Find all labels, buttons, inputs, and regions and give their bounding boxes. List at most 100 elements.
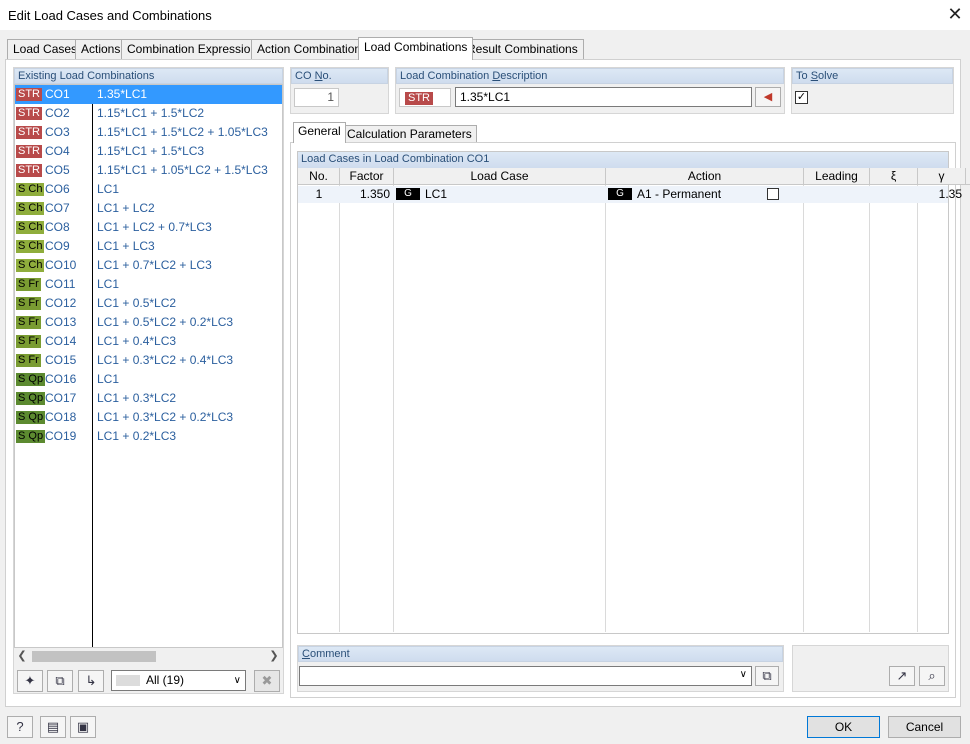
col-header-no[interactable]: No.: [298, 168, 340, 185]
situation-badge: STR: [16, 88, 42, 101]
situation-badge: S Fr: [16, 335, 41, 348]
scroll-right-icon[interactable]: ❯: [266, 648, 282, 665]
list-item[interactable]: S Ch CO10 LC1 + 0.7*LC2 + LC3: [15, 256, 282, 275]
cancel-button[interactable]: Cancel: [888, 716, 961, 738]
delete-combination-button[interactable]: ✖: [254, 670, 280, 692]
combination-description: 1.15*LC1 + 1.5*LC2 + 1.05*LC3: [97, 125, 268, 139]
combination-code: CO10: [45, 258, 77, 272]
list-item[interactable]: STR CO2 1.15*LC1 + 1.5*LC2: [15, 104, 282, 123]
to-solve-checkbox[interactable]: ✓: [795, 91, 808, 104]
combination-code: CO2: [45, 106, 70, 120]
close-icon[interactable]: ✕: [944, 3, 966, 25]
cell-factor[interactable]: 1.350: [340, 186, 390, 203]
leading-checkbox[interactable]: [767, 188, 779, 200]
cell-no[interactable]: 1: [298, 186, 340, 203]
open-button[interactable]: ▤: [40, 716, 66, 738]
description-input[interactable]: 1.35*LC1: [455, 87, 752, 107]
combination-code: CO17: [45, 391, 77, 405]
cell-gamma[interactable]: 1.35: [918, 186, 962, 203]
list-item[interactable]: STR CO4 1.15*LC1 + 1.5*LC3: [15, 142, 282, 161]
cell-action[interactable]: A1 - Permanent: [637, 186, 721, 203]
co-no-input[interactable]: 1: [294, 88, 339, 107]
col-header-psi[interactable]: ψ: [966, 168, 970, 185]
list-item[interactable]: STR CO1 1.35*LC1: [15, 85, 282, 104]
list-item[interactable]: S Fr CO14 LC1 + 0.4*LC3: [15, 332, 282, 351]
horizontal-scrollbar[interactable]: ❮ ❯: [14, 648, 283, 665]
col-header-xi[interactable]: ξ: [870, 168, 918, 185]
description-pick-button[interactable]: ◀: [755, 87, 781, 107]
list-item[interactable]: S Ch CO8 LC1 + LC2 + 0.7*LC3: [15, 218, 282, 237]
list-item[interactable]: S Qp CO16 LC1: [15, 370, 282, 389]
situation-badge: S Ch: [16, 202, 45, 215]
scroll-thumb[interactable]: [32, 651, 156, 662]
col-header-action[interactable]: Action: [606, 168, 804, 185]
library-icon: ⧉: [762, 668, 772, 683]
col-header-gamma[interactable]: γ: [918, 168, 966, 185]
existing-combinations-list[interactable]: STR CO1 1.35*LC1 STR CO2 1.15*LC1 + 1.5*LC2 ST…: [14, 84, 283, 648]
tab-actions[interactable]: Actions: [75, 39, 127, 59]
combination-code: CO1: [45, 87, 70, 101]
list-item[interactable]: S Fr CO15 LC1 + 0.3*LC2 + 0.4*LC3: [15, 351, 282, 370]
filter-select[interactable]: All (19) ∨: [111, 670, 246, 691]
renumber-button[interactable]: ↳: [78, 670, 104, 692]
tab-load-combinations[interactable]: Load Combinations: [358, 37, 474, 60]
ok-button[interactable]: OK: [807, 716, 880, 738]
situation-badge: S Fr: [16, 316, 41, 329]
design-situation-select[interactable]: STR: [399, 88, 451, 107]
combination-description: LC1 + LC2 + 0.7*LC3: [97, 220, 212, 234]
situation-badge: STR: [16, 126, 42, 139]
view-details-button[interactable]: ⌕: [919, 666, 945, 686]
col-header-load-case[interactable]: Load Case: [394, 168, 606, 185]
situation-badge: STR: [16, 107, 42, 120]
col-header-factor[interactable]: Factor: [340, 168, 394, 185]
combination-code: CO8: [45, 220, 70, 234]
tab-combination-expressions[interactable]: Combination Expressions: [121, 39, 270, 59]
situation-badge: S Ch: [16, 221, 45, 234]
filter-swatch: [116, 675, 140, 686]
combination-code: CO11: [45, 277, 76, 291]
cell-load-case[interactable]: LC1: [425, 186, 447, 203]
comment-library-button[interactable]: ⧉: [755, 666, 779, 686]
tab-load-cases[interactable]: Load Cases: [7, 39, 84, 59]
list-item[interactable]: S Qp CO17 LC1 + 0.3*LC2: [15, 389, 282, 408]
list-item[interactable]: STR CO5 1.15*LC1 + 1.05*LC2 + 1.5*LC3: [15, 161, 282, 180]
list-item[interactable]: S Qp CO19 LC1 + 0.2*LC3: [15, 427, 282, 446]
list-item[interactable]: S Ch CO6 LC1: [15, 180, 282, 199]
tab-result-combinations[interactable]: Result Combinations: [461, 39, 584, 59]
scroll-left-icon[interactable]: ❮: [14, 648, 30, 665]
comment-input[interactable]: ∨: [299, 666, 752, 686]
comment-label: Comment: [298, 646, 783, 662]
copy-combination-button[interactable]: ⧉: [47, 670, 73, 692]
combination-code: CO9: [45, 239, 70, 253]
window-title: Edit Load Cases and Combinations: [8, 8, 212, 23]
help-button[interactable]: ?: [7, 716, 33, 738]
combination-description: LC1 + 0.3*LC2 + 0.2*LC3: [97, 410, 234, 424]
combination-description: LC1 + LC3: [97, 239, 155, 253]
list-item[interactable]: S Fr CO12 LC1 + 0.5*LC2: [15, 294, 282, 313]
list-item[interactable]: S Fr CO13 LC1 + 0.5*LC2 + 0.2*LC3: [15, 313, 282, 332]
combination-description: 1.15*LC1 + 1.05*LC2 + 1.5*LC3: [97, 163, 268, 177]
title-bar: Edit Load Cases and Combinations ✕: [0, 0, 970, 30]
import-icon: ↗: [896, 668, 908, 683]
list-item[interactable]: STR CO3 1.15*LC1 + 1.5*LC2 + 1.05*LC3: [15, 123, 282, 142]
list-item[interactable]: S Fr CO11 LC1: [15, 275, 282, 294]
delete-icon: ✖: [261, 673, 273, 688]
list-item[interactable]: S Qp CO18 LC1 + 0.3*LC2 + 0.2*LC3: [15, 408, 282, 427]
tab-general[interactable]: General: [293, 122, 346, 143]
situation-badge: S Qp: [16, 373, 46, 386]
renumber-icon: ↳: [85, 673, 97, 688]
tab-action-combinations[interactable]: Action Combinations: [251, 39, 374, 59]
import-button[interactable]: ↗: [889, 666, 915, 686]
chevron-down-icon[interactable]: ∨: [740, 669, 747, 680]
save-button[interactable]: ▣: [70, 716, 96, 738]
combination-code: CO15: [45, 353, 77, 367]
col-header-leading[interactable]: Leading: [804, 168, 870, 185]
situation-badge: S Ch: [16, 183, 45, 196]
existing-combinations-header: Existing Load Combinations: [14, 68, 283, 84]
combination-code: CO3: [45, 125, 70, 139]
list-item[interactable]: S Ch CO9 LC1 + LC3: [15, 237, 282, 256]
combination-description: LC1: [97, 277, 120, 291]
new-combination-button[interactable]: ✦: [17, 670, 43, 692]
tab-calculation-parameters[interactable]: Calculation Parameters: [342, 125, 477, 142]
list-item[interactable]: S Ch CO7 LC1 + LC2: [15, 199, 282, 218]
